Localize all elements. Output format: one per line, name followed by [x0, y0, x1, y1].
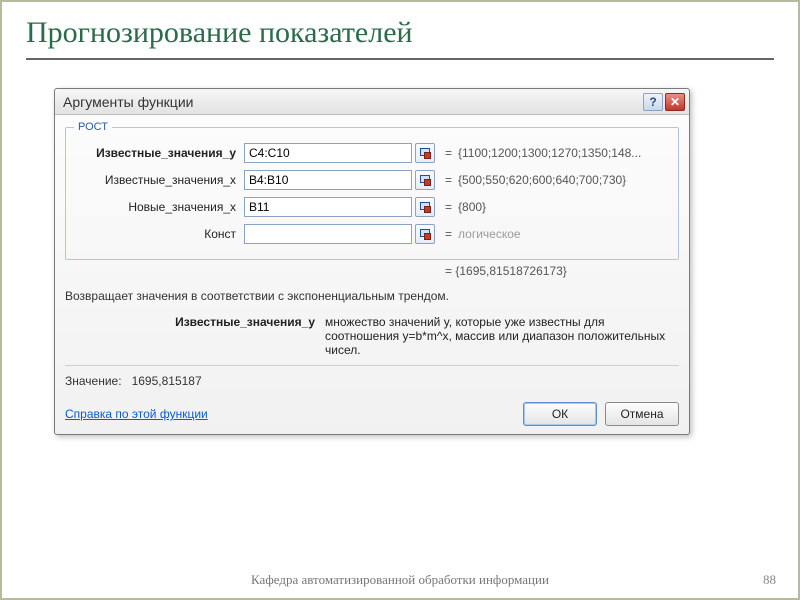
- argument-result: логическое: [458, 227, 521, 241]
- argument-result: {1100;1200;1300;1270;1350;148...: [458, 146, 641, 160]
- range-picker-icon: [420, 229, 430, 239]
- argument-row: Известные_значения_x = {500;550;620;600;…: [74, 170, 670, 190]
- range-picker-icon: [420, 148, 430, 158]
- close-button[interactable]: ✕: [665, 93, 685, 111]
- argument-row: Конст = логическое: [74, 224, 670, 244]
- value-row: Значение: 1695,815187: [65, 374, 679, 388]
- argument-input-const[interactable]: [244, 224, 412, 244]
- range-picker-icon: [420, 175, 430, 185]
- equals-sign: =: [445, 146, 452, 160]
- slide-title: Прогнозирование показателей: [2, 2, 798, 50]
- function-help-link[interactable]: Справка по этой функции: [65, 407, 515, 421]
- ok-button[interactable]: ОК: [523, 402, 597, 426]
- parameter-help-label: Известные_значения_y: [65, 315, 325, 357]
- argument-input-known-x[interactable]: [244, 170, 412, 190]
- argument-row: Известные_значения_y = {1100;1200;1300;1…: [74, 143, 670, 163]
- dialog-titlebar: Аргументы функции ? ✕: [55, 89, 689, 115]
- parameter-help-text: множество значений y, которые уже извест…: [325, 315, 679, 357]
- argument-input-known-y[interactable]: [244, 143, 412, 163]
- slide-footer: Кафедра автоматизированной обработки инф…: [2, 572, 798, 588]
- range-picker-button[interactable]: [415, 170, 435, 190]
- divider: [65, 365, 679, 366]
- dialog-footer-row: Справка по этой функции ОК Отмена: [65, 402, 679, 426]
- value-number: 1695,815187: [132, 374, 202, 388]
- help-button[interactable]: ?: [643, 93, 663, 111]
- title-underline: [26, 58, 774, 60]
- argument-label: Новые_значения_x: [74, 200, 244, 214]
- equals-sign: =: [445, 173, 452, 187]
- argument-label: Конст: [74, 227, 244, 241]
- function-description: Возвращает значения в соответствии с экс…: [65, 288, 679, 305]
- value-label: Значение:: [65, 374, 122, 388]
- overall-result: = {1695,81518726173}: [65, 264, 679, 278]
- dialog-title: Аргументы функции: [63, 94, 641, 110]
- argument-label: Известные_значения_x: [74, 173, 244, 187]
- range-picker-icon: [420, 202, 430, 212]
- range-picker-button[interactable]: [415, 143, 435, 163]
- dialog-body: РОСТ Известные_значения_y = {1100;1200;1…: [55, 115, 689, 434]
- help-icon: ?: [649, 95, 656, 109]
- close-icon: ✕: [670, 95, 680, 109]
- function-group: РОСТ Известные_значения_y = {1100;1200;1…: [65, 121, 679, 260]
- function-arguments-dialog: Аргументы функции ? ✕ РОСТ Известные_зна…: [54, 88, 690, 435]
- function-name-label: РОСТ: [74, 121, 112, 133]
- parameter-help: Известные_значения_y множество значений …: [65, 315, 679, 357]
- argument-label: Известные_значения_y: [74, 146, 244, 160]
- equals-sign: =: [445, 227, 452, 241]
- cancel-button[interactable]: Отмена: [605, 402, 679, 426]
- argument-input-new-x[interactable]: [244, 197, 412, 217]
- range-picker-button[interactable]: [415, 224, 435, 244]
- argument-result: {500;550;620;600;640;700;730}: [458, 173, 626, 187]
- page-number: 88: [763, 572, 776, 588]
- equals-sign: =: [445, 200, 452, 214]
- argument-result: {800}: [458, 200, 486, 214]
- range-picker-button[interactable]: [415, 197, 435, 217]
- argument-row: Новые_значения_x = {800}: [74, 197, 670, 217]
